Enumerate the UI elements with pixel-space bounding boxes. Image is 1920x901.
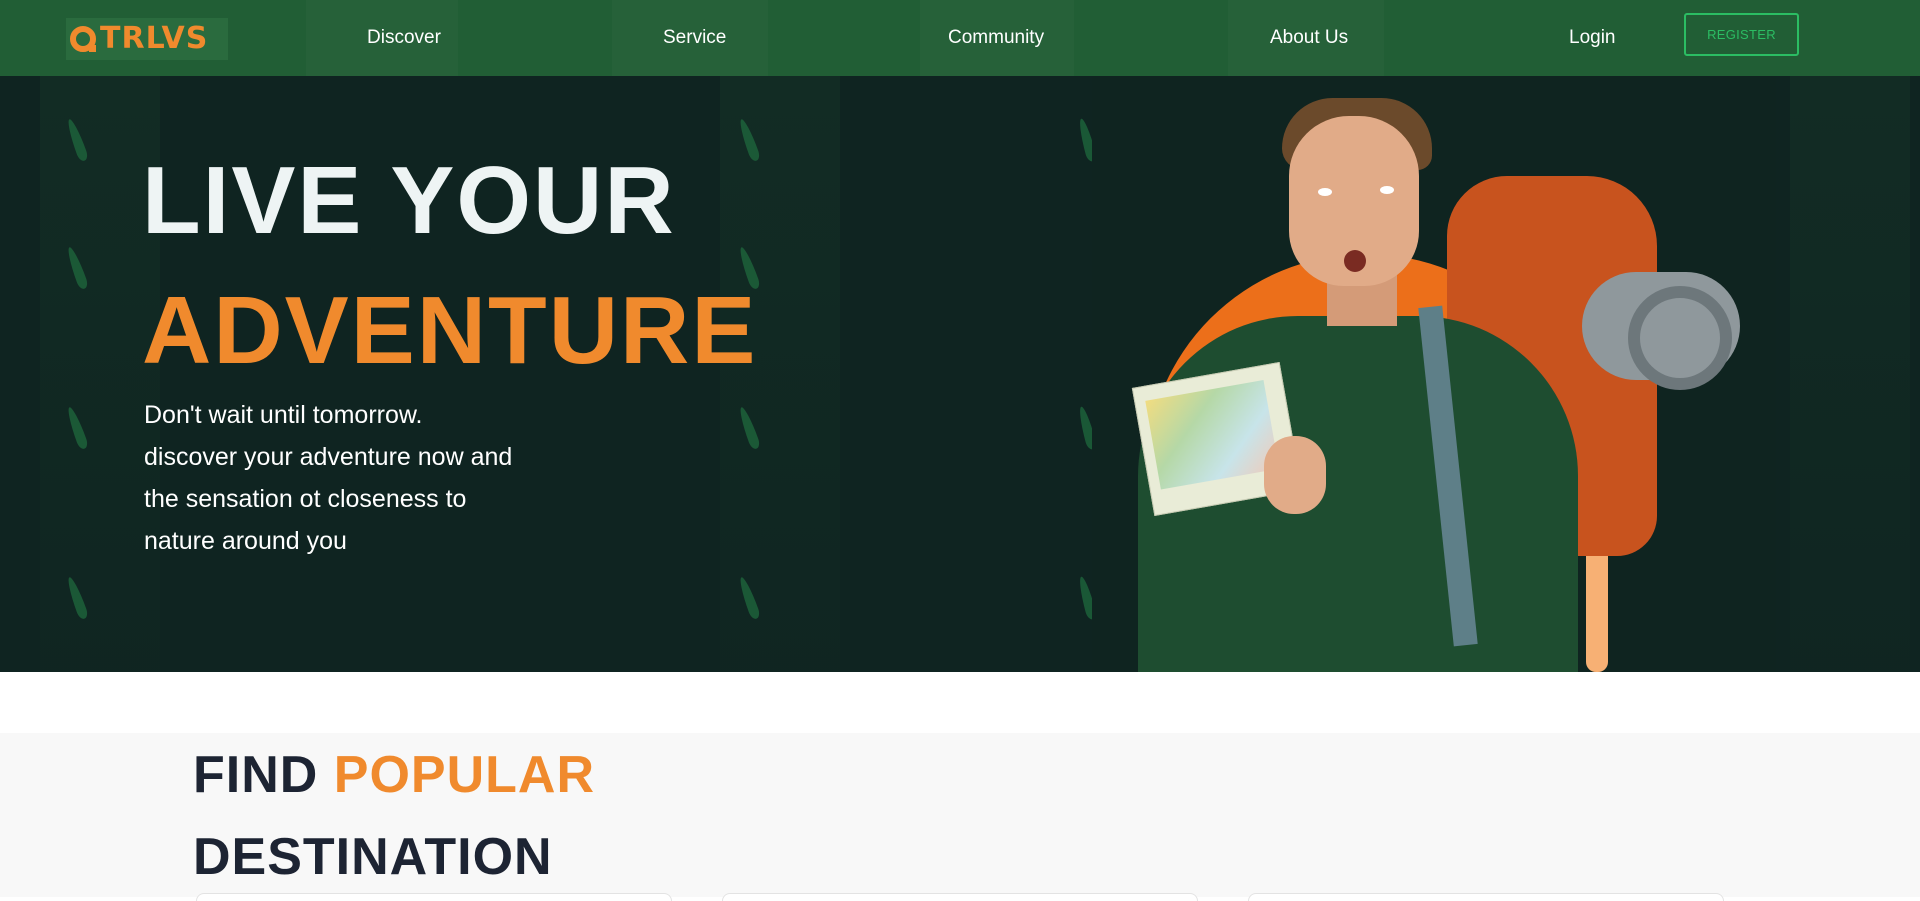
section-spacer: [0, 672, 1920, 733]
hero-section: LIVE YOUR ADVENTURE Don't wait until tom…: [0, 76, 1920, 672]
eye-illustration: [1380, 186, 1394, 194]
eye-illustration: [1318, 188, 1332, 196]
destination-card[interactable]: [1248, 893, 1724, 901]
logo-text: TRLVS: [100, 21, 209, 56]
popular-title-word: FIND: [193, 746, 319, 804]
login-link[interactable]: Login: [1569, 26, 1616, 50]
nav-link-service[interactable]: Service: [663, 26, 726, 50]
hero-photo-backpacker: [1092, 76, 1776, 672]
hero-subtitle-line: nature around you: [144, 527, 347, 555]
popular-title-line1: FIND POPULAR: [193, 741, 595, 809]
sleeping-mat-illustration: [1582, 272, 1740, 390]
destination-card[interactable]: [722, 893, 1198, 901]
fern-pattern: [1790, 76, 1910, 672]
top-navbar: TRLVS Discover Service Community About U…: [0, 0, 1920, 76]
hand-illustration: [1264, 436, 1326, 514]
nav-link-about-us[interactable]: About Us: [1270, 26, 1348, 50]
hero-title-line1: LIVE YOUR: [142, 147, 676, 254]
hero-subtitle-line: the sensation ot closeness to: [144, 485, 467, 513]
hero-title-line2: ADVENTURE: [142, 277, 758, 384]
hero-subtitle-line: discover your adventure now and: [144, 443, 513, 471]
popular-destination-section: FIND POPULAR DESTINATION: [0, 733, 1920, 901]
register-button[interactable]: REGISTER: [1684, 13, 1799, 56]
popular-title-line2: DESTINATION: [193, 828, 553, 886]
nav-link-discover[interactable]: Discover: [367, 26, 441, 50]
hero-subtitle: Don't wait until tomorrow. discover your…: [144, 394, 564, 562]
popular-title-accent: POPULAR: [333, 746, 596, 804]
brand-logo[interactable]: TRLVS: [66, 18, 228, 60]
nav-link-community[interactable]: Community: [948, 26, 1044, 50]
mouth-illustration: [1344, 250, 1366, 272]
logo-mark-icon: [70, 26, 96, 52]
destination-card[interactable]: [196, 893, 672, 901]
hero-subtitle-line: Don't wait until tomorrow.: [144, 401, 423, 429]
